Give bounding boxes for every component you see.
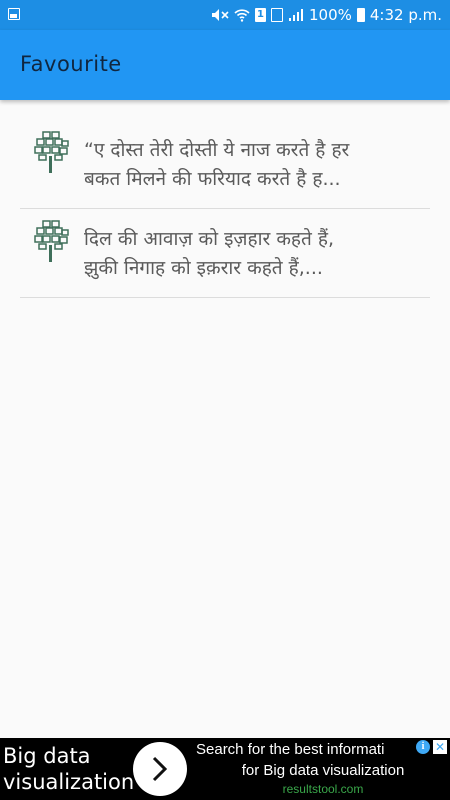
quote-line-2: झुकी निगाह को इक़रार कहते हैं,... <box>84 257 323 279</box>
nosim-icon <box>270 8 283 22</box>
status-icons: 1 100% 4:32 p.m. <box>211 0 442 30</box>
info-icon[interactable]: i <box>416 740 430 754</box>
list-item[interactable]: दिल की आवाज़ को इज़हार कहते हैं, झुकी नि… <box>20 209 430 298</box>
ad-open-button[interactable] <box>133 742 187 796</box>
sim-icon: 1 <box>254 8 266 22</box>
quote-line-2: बकत मिलने की फरियाद करते है ह... <box>84 168 341 190</box>
mute-icon <box>211 8 229 22</box>
quote-preview: “ए दोस्त तेरी दोस्ती ये नाज करते है हर ब… <box>84 136 430 194</box>
close-icon[interactable]: ✕ <box>433 740 447 754</box>
ad-headline[interactable]: Search for the best informati <box>196 740 412 760</box>
favourites-list: “ए दोस्त तेरी दोस्ती ये नाज करते है हर ब… <box>20 120 430 298</box>
page-title: Favourite <box>20 52 122 76</box>
ad-title-line-2: visualization <box>3 770 135 794</box>
signal-icon <box>288 8 304 22</box>
clock: 4:32 p.m. <box>369 6 442 24</box>
list-item[interactable]: “ए दोस्त तेरी दोस्ती ये नाज करते है हर ब… <box>20 120 430 209</box>
quote-line-1: “ए दोस्त तेरी दोस्ती ये नाज करते है हर <box>84 139 350 161</box>
ad-title[interactable]: Big data visualization <box>3 743 134 795</box>
tree-icon <box>34 219 70 263</box>
tree-icon <box>34 130 70 174</box>
wifi-icon <box>234 8 250 22</box>
gallery-icon <box>8 8 20 20</box>
chevron-right-icon <box>152 756 168 782</box>
battery-percent: 100% <box>308 6 352 24</box>
ad-domain[interactable]: resultstool.com <box>196 781 450 797</box>
quote-line-1: दिल की आवाज़ को इज़हार कहते हैं, <box>84 228 335 250</box>
battery-icon <box>356 8 365 22</box>
ad-banner[interactable]: Big data visualization Search for the be… <box>0 738 450 800</box>
status-bar: 1 100% 4:32 p.m. <box>0 0 450 30</box>
quote-preview: दिल की आवाज़ को इज़हार कहते हैं, झुकी नि… <box>84 225 430 283</box>
ad-title-line-1: Big data <box>3 744 91 768</box>
ad-subline[interactable]: for Big data visualization <box>196 761 450 781</box>
app-bar: Favourite <box>0 30 450 100</box>
